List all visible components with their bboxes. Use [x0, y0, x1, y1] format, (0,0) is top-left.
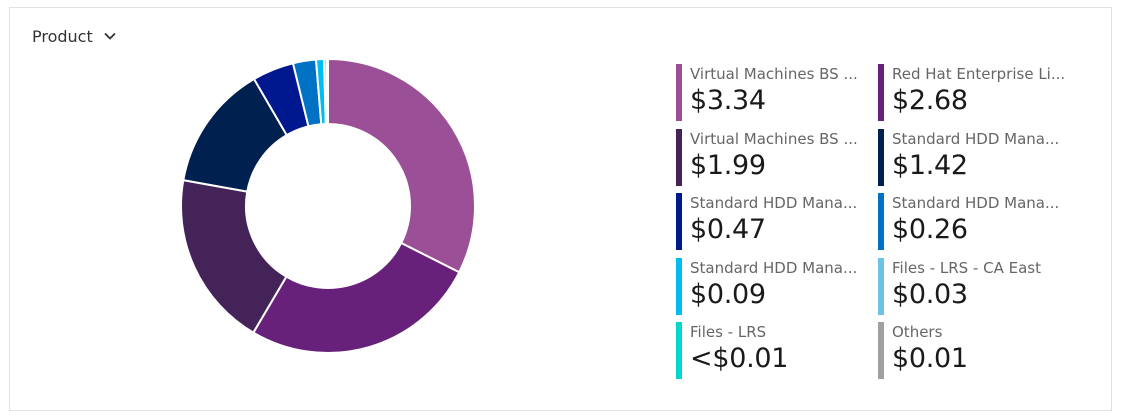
legend-color-swatch — [878, 322, 884, 379]
legend-item[interactable]: Standard HDD Mana... $1.42 — [878, 127, 1076, 188]
legend-label: Standard HDD Mana... — [690, 194, 858, 212]
legend-label: Standard HDD Mana... — [892, 194, 1060, 212]
legend-color-swatch — [676, 257, 682, 315]
legend-value: $2.68 — [892, 85, 968, 116]
donut-slice[interactable] — [327, 57, 476, 274]
legend-label: Others — [892, 323, 943, 341]
legend-item[interactable]: Virtual Machines BS ... $1.99 — [676, 127, 878, 188]
legend-label: Files - LRS - CA East — [892, 258, 1041, 277]
donut-chart — [178, 56, 478, 356]
legend-color-swatch — [676, 193, 682, 250]
legend-value: $0.01 — [892, 343, 968, 374]
legend-color-swatch — [676, 322, 682, 379]
legend-label: Files - LRS — [690, 323, 767, 341]
legend-value: $0.26 — [892, 214, 968, 245]
legend-color-swatch — [676, 128, 682, 186]
legend-color-swatch — [878, 193, 884, 250]
legend-item[interactable]: Virtual Machines BS ... $3.34 — [676, 62, 878, 123]
donut-chart-svg — [180, 57, 476, 354]
legend-value: $1.99 — [690, 149, 766, 181]
legend-value: $3.34 — [690, 85, 766, 116]
legend-color-swatch — [878, 128, 884, 186]
legend-value: $0.47 — [690, 214, 766, 245]
product-dropdown[interactable]: Product — [32, 24, 117, 48]
legend-value: $0.03 — [892, 278, 968, 310]
legend-label: Standard HDD Mana... — [892, 129, 1060, 148]
legend-color-swatch — [878, 257, 884, 315]
legend-color-swatch — [878, 64, 884, 121]
legend-color-swatch — [676, 64, 682, 121]
legend-value: <$0.01 — [690, 343, 789, 374]
legend-label: Virtual Machines BS ... — [690, 65, 858, 83]
legend-item[interactable]: Others $0.01 — [878, 320, 1076, 381]
legend-item[interactable]: Red Hat Enterprise Li... $2.68 — [878, 62, 1076, 123]
donut-slice[interactable] — [326, 57, 329, 126]
legend-label: Virtual Machines BS ... — [690, 129, 858, 148]
legend-value: $1.42 — [892, 149, 968, 181]
legend-item[interactable]: Standard HDD Mana... $0.47 — [676, 191, 878, 252]
legend-label: Red Hat Enterprise Li... — [892, 65, 1066, 83]
chevron-down-icon — [104, 32, 116, 40]
chart-legend: Virtual Machines BS ... $3.34 Red Hat Ente… — [676, 62, 1076, 385]
donut-slice[interactable] — [251, 241, 461, 354]
legend-label: Standard HDD Mana... — [690, 258, 858, 277]
legend-item[interactable]: Standard HDD Mana... $0.09 — [676, 256, 878, 317]
cost-by-product-card: Product Virtual Machines BS ... $3.34 Red … — [9, 7, 1112, 411]
legend-item[interactable]: Files - LRS <$0.01 — [676, 320, 878, 381]
product-dropdown-label: Product — [32, 26, 93, 46]
legend-item[interactable]: Files - LRS - CA East $0.03 — [878, 256, 1076, 317]
legend-value: $0.09 — [690, 278, 766, 310]
legend-item[interactable]: Standard HDD Mana... $0.26 — [878, 191, 1076, 252]
